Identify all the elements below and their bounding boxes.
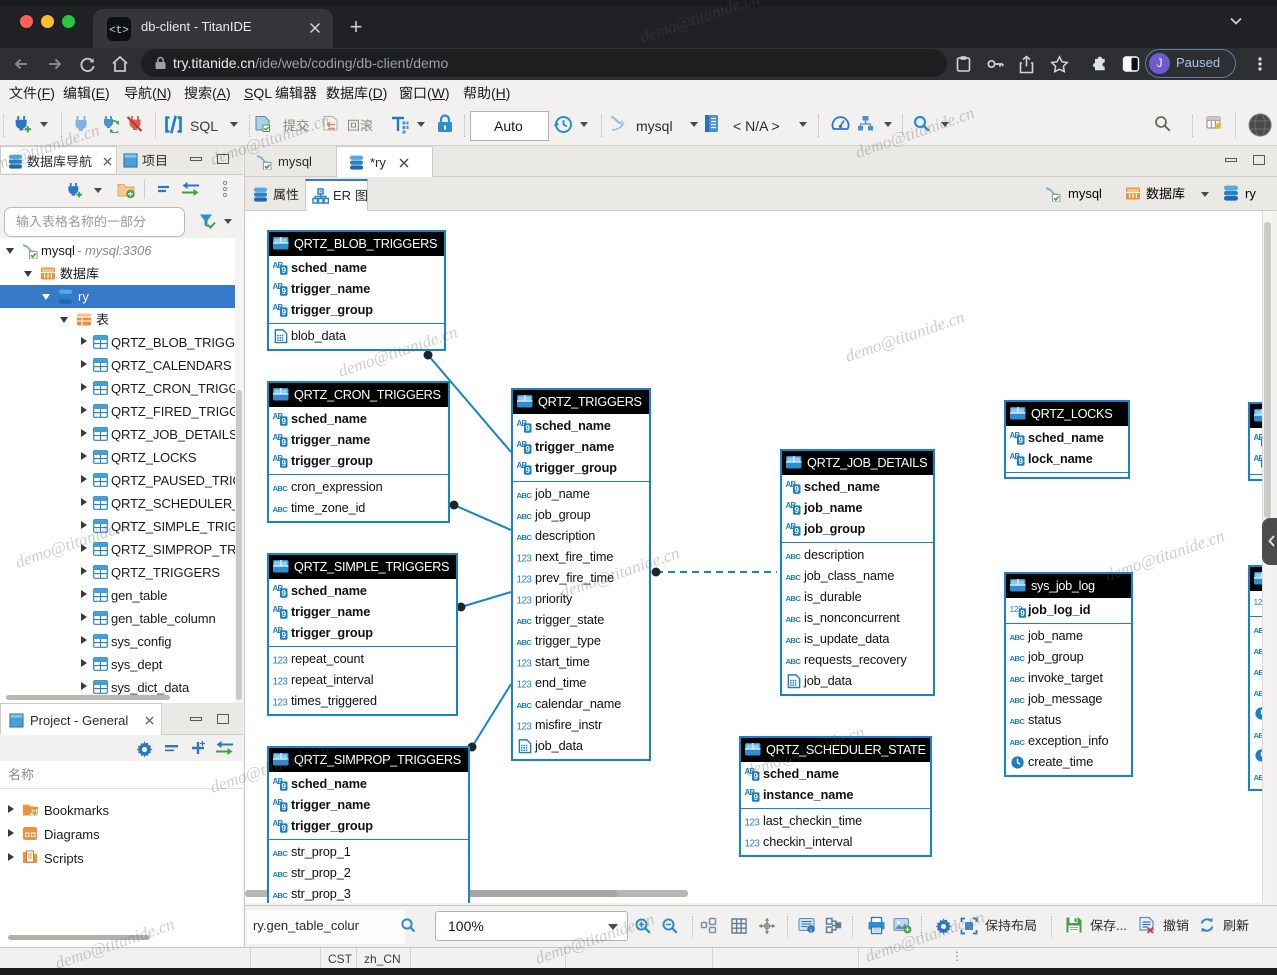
svg-text:i: i xyxy=(810,927,811,934)
svg-text:<t>: <t> xyxy=(109,25,129,37)
